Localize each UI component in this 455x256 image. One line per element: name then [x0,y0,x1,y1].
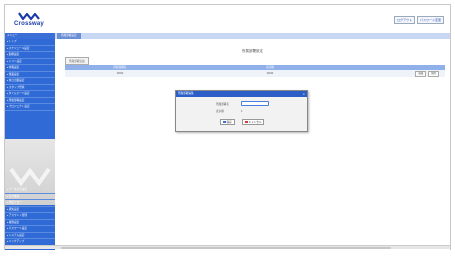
order-value: 1 [241,109,243,113]
dialog-title: 所属部署編集 [178,92,194,95]
main-content: 所属部署設定 所属部署追加 所属部署名 表示順 0000 0000 編集 削除 … [55,39,450,250]
app-frame: Crossway ログアウト パスワード変更 メニュー 所属部署設定 トップ ス… [4,4,451,250]
sidebar-item[interactable]: プロジェクト設定 [5,104,55,111]
sidebar-upper: トップ スケジュール設定 勤務設定 シフト設定 休暇設定 残業設定 休日出勤設定… [5,39,55,111]
logo: Crossway [9,11,49,31]
delete-button[interactable]: 削除 [428,70,439,77]
header: Crossway ログアウト パスワード変更 [5,5,450,32]
row-actions: 編集 削除 [365,70,445,77]
page-title: 所属部署設定 [242,49,263,53]
field-label: 所属部署名 [216,102,229,106]
cell-name: 0000 [116,72,124,75]
save-icon [223,120,226,124]
sidebar-lower: データ出力設定 ログ確認 承認フロー 通知設定 アカウント管理 権限設定 パスワ… [5,187,55,246]
logo-icon [18,12,40,21]
department-name-input[interactable] [241,101,269,106]
password-link[interactable]: パスワード変更 [416,16,444,24]
cell-order: 0000 [266,72,274,75]
name-field-row: 所属部署名 [216,101,269,106]
scrollbar-thumb[interactable] [61,247,391,249]
sidebar: トップ スケジュール設定 勤務設定 シフト設定 休暇設定 残業設定 休日出勤設定… [5,39,55,250]
add-department-button[interactable]: 所属部署追加 [65,57,89,65]
order-field-row: 表示順 1 [216,109,243,114]
edit-button[interactable]: 編集 [415,70,427,77]
dialog-body: 所属部署名 表示順 1 保存 キャンセル [176,97,309,133]
table-row: 0000 0000 編集 削除 [65,70,445,77]
cancel-icon [245,120,248,124]
field-label: 表示順 [216,110,224,113]
logo-text: Crossway [14,21,44,27]
top-links: ログアウト パスワード変更 [393,16,444,24]
cancel-label: キャンセル [248,120,262,124]
department-table: 所属部署名 表示順 0000 0000 編集 削除 [65,65,445,77]
horizontal-scrollbar[interactable] [5,245,450,249]
save-label: 保存 [226,120,232,124]
logout-link[interactable]: ログアウト [393,16,415,24]
cancel-button[interactable]: キャンセル [242,119,265,125]
save-button[interactable]: 保存 [220,119,235,125]
edit-dialog: 所属部署編集 × 所属部署名 表示順 1 保存 キャンセル [175,90,308,132]
